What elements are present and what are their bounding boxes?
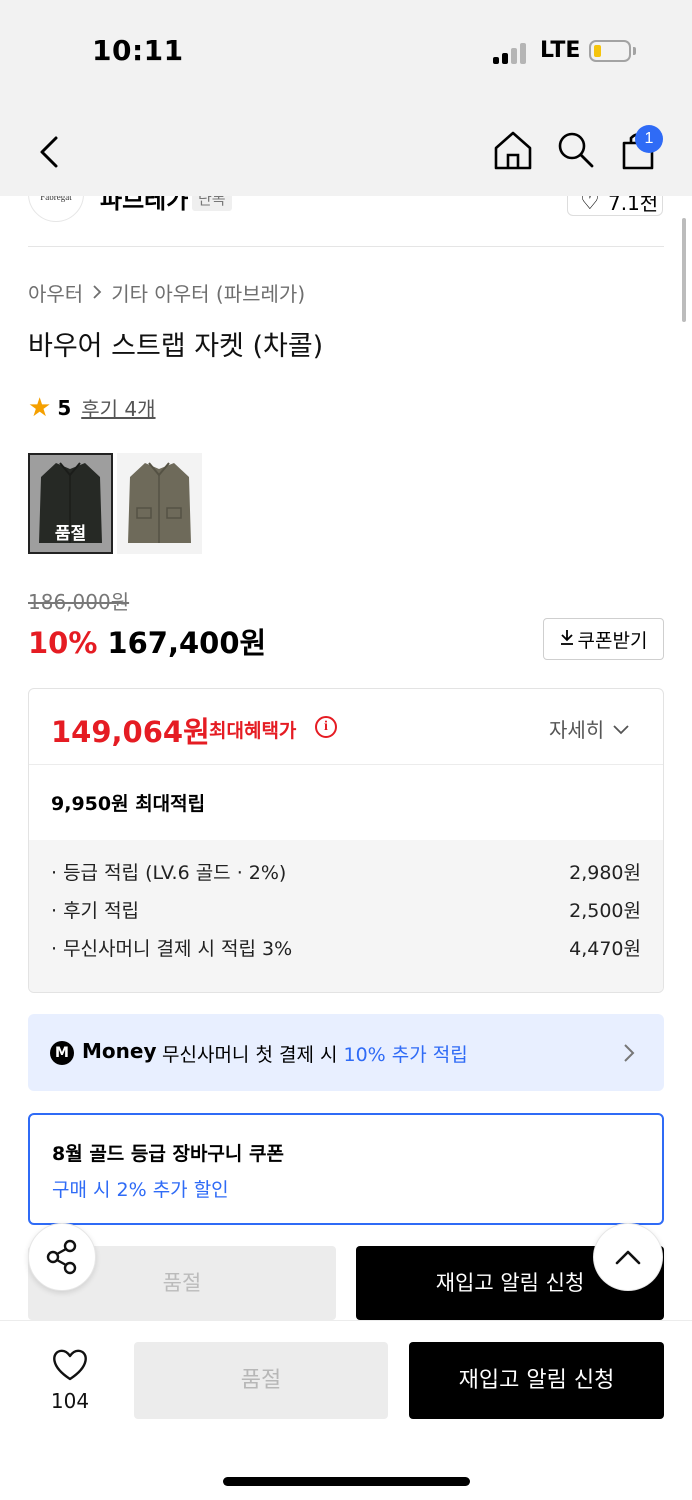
gold-coupon-subtitle: 구매 시 2% 추가 할인 <box>52 1179 229 1201</box>
search-icon[interactable] <box>555 128 597 172</box>
brand-logo[interactable]: Fabregat <box>28 196 84 222</box>
points-amount: 2,500원 <box>569 900 641 922</box>
review-link[interactable]: 후기 4개 <box>81 393 155 422</box>
product-title: 바우어 스트랩 자켓 (차콜) <box>28 331 324 362</box>
brand-like-count: 7.1천 <box>608 196 659 215</box>
battery-icon <box>589 40 631 62</box>
info-icon[interactable]: i <box>315 716 337 738</box>
points-label: · 등급 적립 (LV.6 골드 · 2%) <box>51 862 287 884</box>
chevron-left-icon[interactable] <box>32 130 72 174</box>
share-icon <box>46 1239 77 1275</box>
breadcrumb-item[interactable]: 아우터 <box>28 278 83 307</box>
restock-alert-button[interactable]: 재입고 알림 신청 <box>409 1342 664 1419</box>
points-amount: 2,980원 <box>569 862 641 884</box>
cart-badge: 1 <box>635 125 663 153</box>
chevron-right-icon <box>91 281 103 305</box>
sale-price: 167,400원 <box>107 626 267 660</box>
divider <box>28 246 664 247</box>
heart-icon <box>53 1349 87 1381</box>
coupon-button[interactable]: 쿠폰받기 <box>543 618 664 660</box>
money-banner-prefix: 무신사머니 첫 결제 시 <box>162 1044 344 1066</box>
jacket-image <box>128 462 191 543</box>
money-logo-icon: M <box>50 1041 74 1065</box>
coupon-button-label: 쿠폰받기 <box>577 629 648 652</box>
scroll-top-button[interactable] <box>593 1223 663 1291</box>
points-item: · 후기 적립 2,500원 <box>51 896 641 934</box>
money-banner-highlight: 10% 추가 적립 <box>343 1044 468 1066</box>
star-icon: ★ <box>28 392 52 423</box>
points-label: · 후기 적립 <box>51 900 140 922</box>
brand-like-button[interactable]: ♡ 7.1천 <box>567 196 663 216</box>
rating-score: 5 <box>57 395 72 420</box>
home-icon[interactable] <box>492 128 534 172</box>
points-item: · 등급 적립 (LV.6 골드 · 2%) 2,980원 <box>51 858 641 896</box>
money-banner[interactable]: M Money 무신사머니 첫 결제 시 10% 추가 적립 <box>28 1014 664 1091</box>
status-bar: 10:11 LTE <box>0 0 692 110</box>
like-count: 104 <box>50 1389 90 1413</box>
network-label: LTE <box>540 38 581 63</box>
points-item: · 무신사머니 결제 시 적립 3% 4,470원 <box>51 934 641 972</box>
money-brand: Money <box>82 1039 157 1063</box>
heart-icon: ♡ <box>580 196 600 215</box>
brand-name[interactable]: 파브레가 <box>100 196 188 215</box>
benefit-header[interactable]: 149,064원 최대혜택가 i 자세히 <box>29 689 663 765</box>
original-price: 186,000원 <box>28 590 130 614</box>
detail-label: 자세히 <box>549 718 605 742</box>
color-option-khaki[interactable] <box>117 453 202 554</box>
status-time: 10:11 <box>92 34 184 67</box>
max-benefit-label: 최대혜택가 <box>209 720 297 742</box>
breadcrumb: 아우터 기타 아우터 (파브레가) <box>28 278 305 307</box>
top-nav-bar <box>0 110 692 196</box>
points-total: 9,950원 최대적립 <box>51 793 206 815</box>
benefit-box: 149,064원 최대혜택가 i 자세히 9,950원 최대적립 · 등급 적립… <box>28 688 664 993</box>
breadcrumb-item[interactable]: 기타 아우터 (파브레가) <box>111 278 305 307</box>
soldout-button: 품절 <box>134 1342 388 1419</box>
scrollbar[interactable] <box>682 218 686 322</box>
points-amount: 4,470원 <box>569 938 641 960</box>
max-benefit-price: 149,064원 <box>51 715 210 749</box>
exclusive-badge: 단독 <box>192 196 232 211</box>
chevron-down-icon <box>612 717 630 741</box>
like-button[interactable]: 104 <box>40 1345 100 1415</box>
brand-row: Fabregat 파브레가 단독 ♡ 7.1천 <box>0 196 692 248</box>
rating-row: ★ 5 후기 4개 <box>28 393 156 422</box>
color-options: 품절 <box>28 453 202 554</box>
bottom-action-bar: 104 품절 재입고 알림 신청 <box>0 1320 692 1500</box>
home-indicator <box>223 1477 470 1486</box>
color-option-charcoal[interactable]: 품절 <box>28 453 113 554</box>
points-list: · 등급 적립 (LV.6 골드 · 2%) 2,980원 · 후기 적립 2,… <box>29 840 663 992</box>
discount-rate: 10% <box>28 626 98 660</box>
chevron-up-icon <box>615 1250 641 1265</box>
gold-coupon-card[interactable]: 8월 골드 등급 장바구니 쿠폰 구매 시 2% 추가 할인 <box>28 1113 664 1225</box>
soldout-label: 품절 <box>54 524 87 544</box>
signal-icon <box>493 42 529 64</box>
detail-toggle[interactable]: 자세히 <box>549 714 630 743</box>
money-banner-text: 무신사머니 첫 결제 시 10% 추가 적립 <box>162 1040 468 1067</box>
download-icon <box>560 628 574 650</box>
share-button[interactable] <box>28 1223 96 1291</box>
chevron-right-icon <box>622 1042 636 1068</box>
gold-coupon-title: 8월 골드 등급 장바구니 쿠폰 <box>52 1143 284 1165</box>
points-label: · 무신사머니 결제 시 적립 3% <box>51 938 293 960</box>
price-row: 10% 167,400원 <box>28 620 266 662</box>
